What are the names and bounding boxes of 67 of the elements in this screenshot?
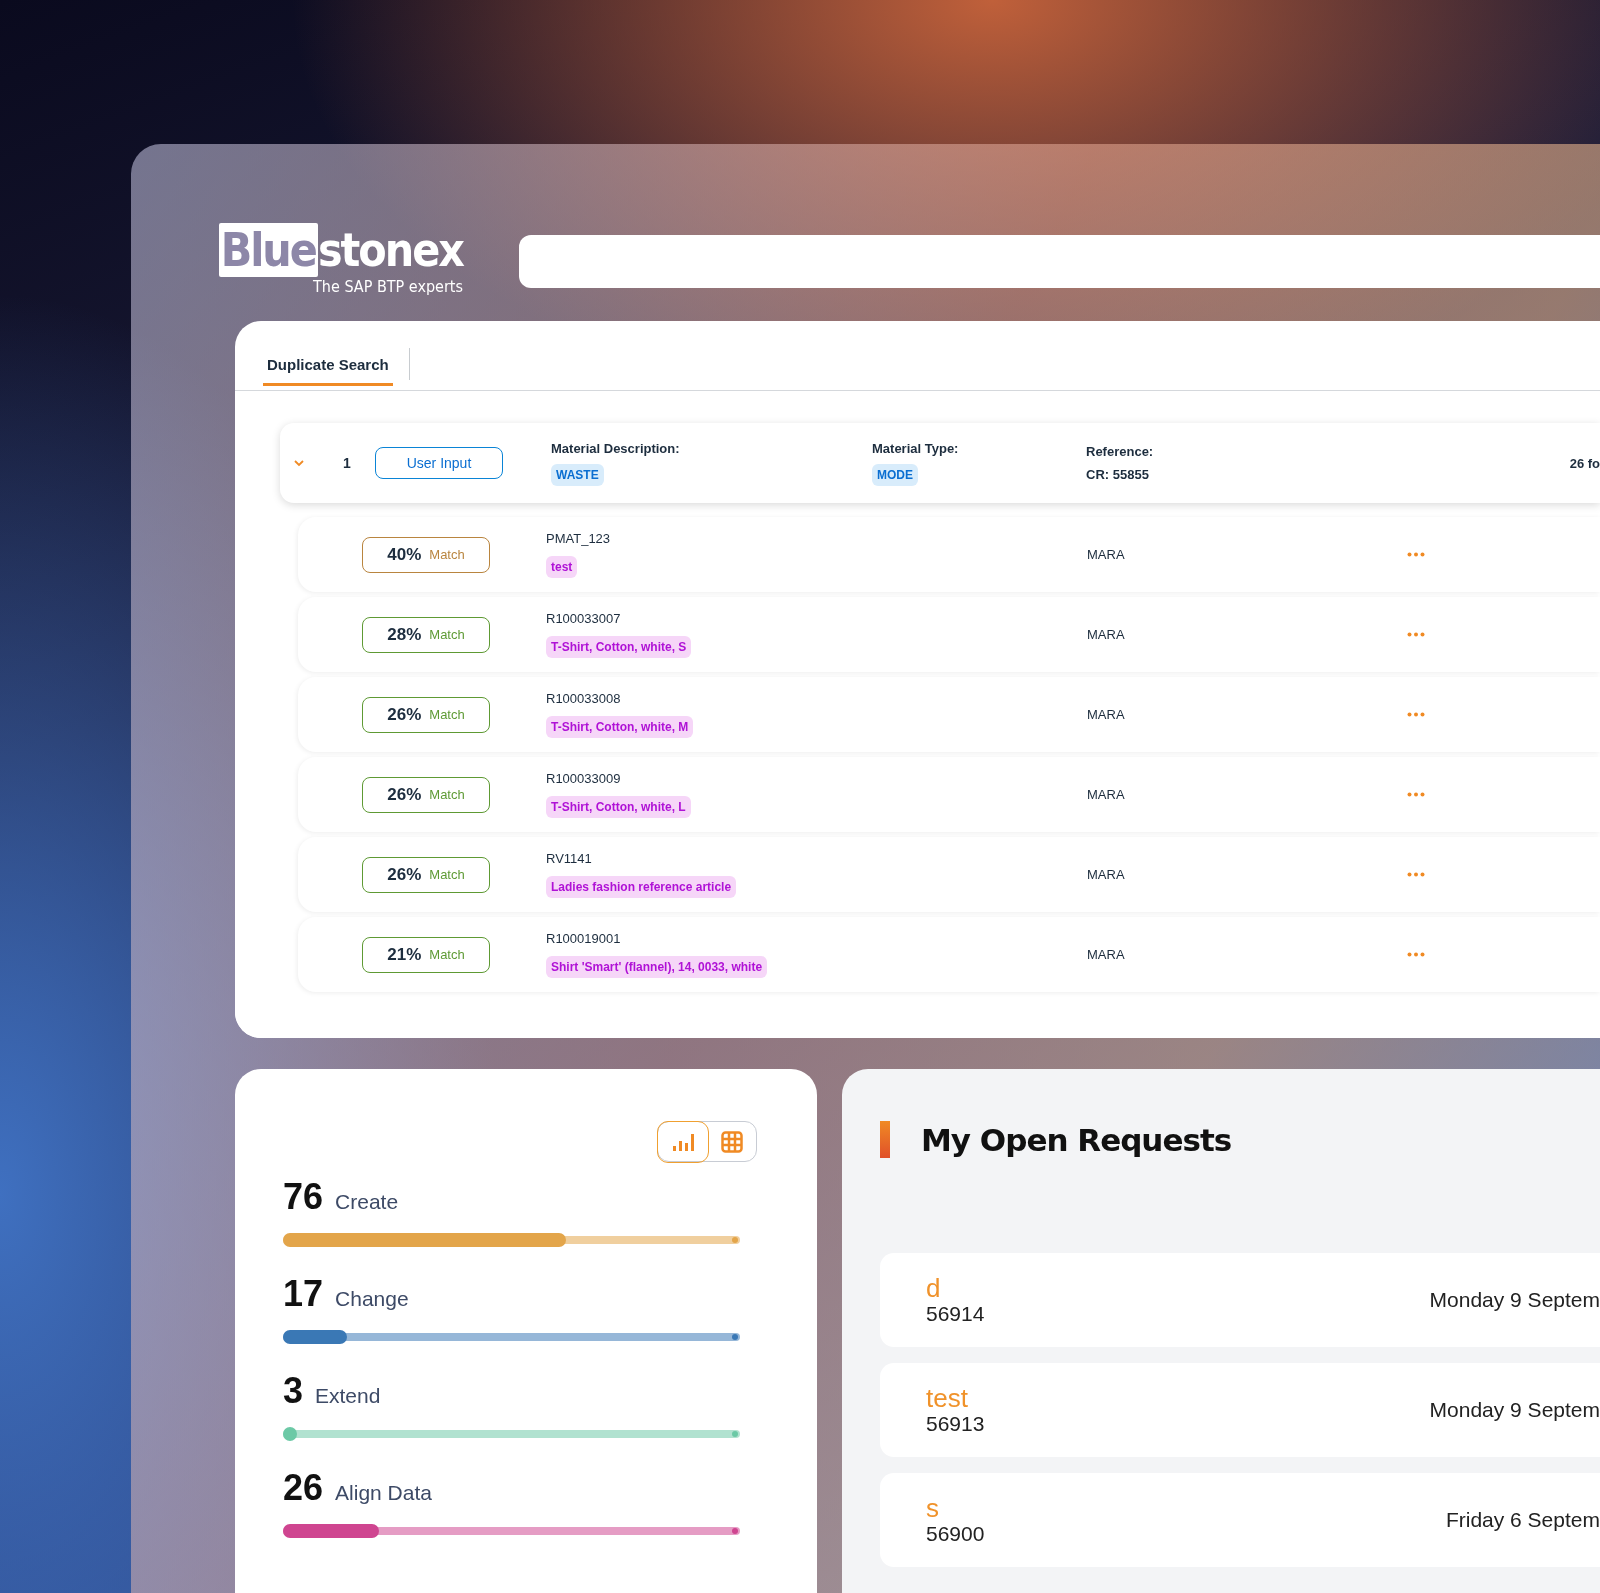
table-name: MARA	[1087, 707, 1126, 722]
stat-label: Align Data	[335, 1481, 432, 1505]
stat-label: Change	[335, 1287, 409, 1311]
material-id: PMAT_123	[546, 531, 611, 546]
result-count: 26 fo	[1569, 455, 1600, 471]
material-id: R100033007	[546, 611, 621, 626]
request-name: test	[926, 1384, 969, 1412]
more-icon[interactable]	[1407, 552, 1425, 557]
section-title: My Open Requests	[921, 1121, 1232, 1158]
field-label: Reference:	[1086, 444, 1154, 459]
stat-label: Create	[335, 1190, 399, 1214]
more-icon[interactable]	[1407, 952, 1425, 957]
stat-label: Extend	[315, 1384, 381, 1408]
match-badge: 26% Match	[362, 856, 490, 893]
description-tag: Shirt 'Smart' (flannel), 14, 0033, white	[546, 956, 768, 978]
table-name: MARA	[1087, 547, 1126, 562]
match-badge: 21% Match	[362, 936, 490, 973]
match-badge: 26% Match	[362, 776, 490, 813]
stat-count: 17	[283, 1273, 324, 1315]
tag: WASTE	[551, 463, 604, 486]
match-badge: 28% Match	[362, 616, 490, 653]
request-item[interactable]: s 56900 Friday 6 Septem	[880, 1473, 1600, 1567]
request-id: 56914	[926, 1302, 985, 1326]
tab[interactable]: Duplicate Search	[263, 356, 393, 386]
field-label: Material Description:	[551, 440, 680, 456]
material-id: RV1141	[546, 851, 592, 866]
description-tag: T-Shirt, Cotton, white, S	[546, 636, 692, 658]
field-label: Material Type:	[872, 440, 959, 456]
user-input-button[interactable]: User Input	[375, 447, 503, 479]
request-date: Monday 9 Septem	[1429, 1398, 1600, 1422]
request-date: Friday 6 Septem	[1445, 1508, 1600, 1532]
table-name: MARA	[1087, 627, 1126, 642]
request-item[interactable]: d 56914 Monday 9 Septem	[880, 1253, 1600, 1347]
match-badge: 40% Match	[362, 536, 490, 573]
view-toggle-button[interactable]	[656, 1120, 709, 1163]
description-tag: T-Shirt, Cotton, white, M	[546, 716, 694, 738]
request-name: s	[926, 1494, 940, 1522]
request-id: 56913	[926, 1412, 985, 1436]
table-name: MARA	[1087, 787, 1126, 802]
material-id: R100019001	[546, 931, 621, 946]
description-tag: Ladies fashion reference article	[546, 876, 737, 898]
material-id: R100033008	[546, 691, 621, 706]
request-date: Monday 9 Septem	[1429, 1288, 1600, 1312]
reference-value: CR: 55855	[1086, 467, 1149, 482]
more-icon[interactable]	[1407, 792, 1425, 797]
description-tag: T-Shirt, Cotton, white, L	[546, 796, 691, 818]
grid-icon	[720, 1130, 743, 1153]
accent-bar	[880, 1121, 890, 1158]
chevron-down-icon[interactable]	[293, 457, 305, 469]
bar-chart-icon	[671, 1131, 694, 1152]
tag: MODE	[872, 463, 918, 486]
stat-count: 3	[283, 1370, 304, 1412]
match-badge: 26% Match	[362, 696, 490, 733]
more-icon[interactable]	[1407, 632, 1425, 637]
logo-tagline: The SAP BTP experts	[313, 276, 463, 296]
description-tag: test	[546, 556, 578, 578]
request-item[interactable]: test 56913 Monday 9 Septem	[880, 1363, 1600, 1457]
request-name: d	[926, 1274, 942, 1302]
row-number: 1	[343, 455, 352, 471]
table-name: MARA	[1087, 947, 1126, 962]
more-icon[interactable]	[1407, 872, 1425, 877]
table-name: MARA	[1087, 867, 1126, 882]
material-id: R100033009	[546, 771, 621, 786]
more-icon[interactable]	[1407, 712, 1425, 717]
stat-count: 26	[283, 1467, 324, 1509]
stat-count: 76	[283, 1176, 324, 1218]
request-id: 56900	[926, 1522, 985, 1546]
